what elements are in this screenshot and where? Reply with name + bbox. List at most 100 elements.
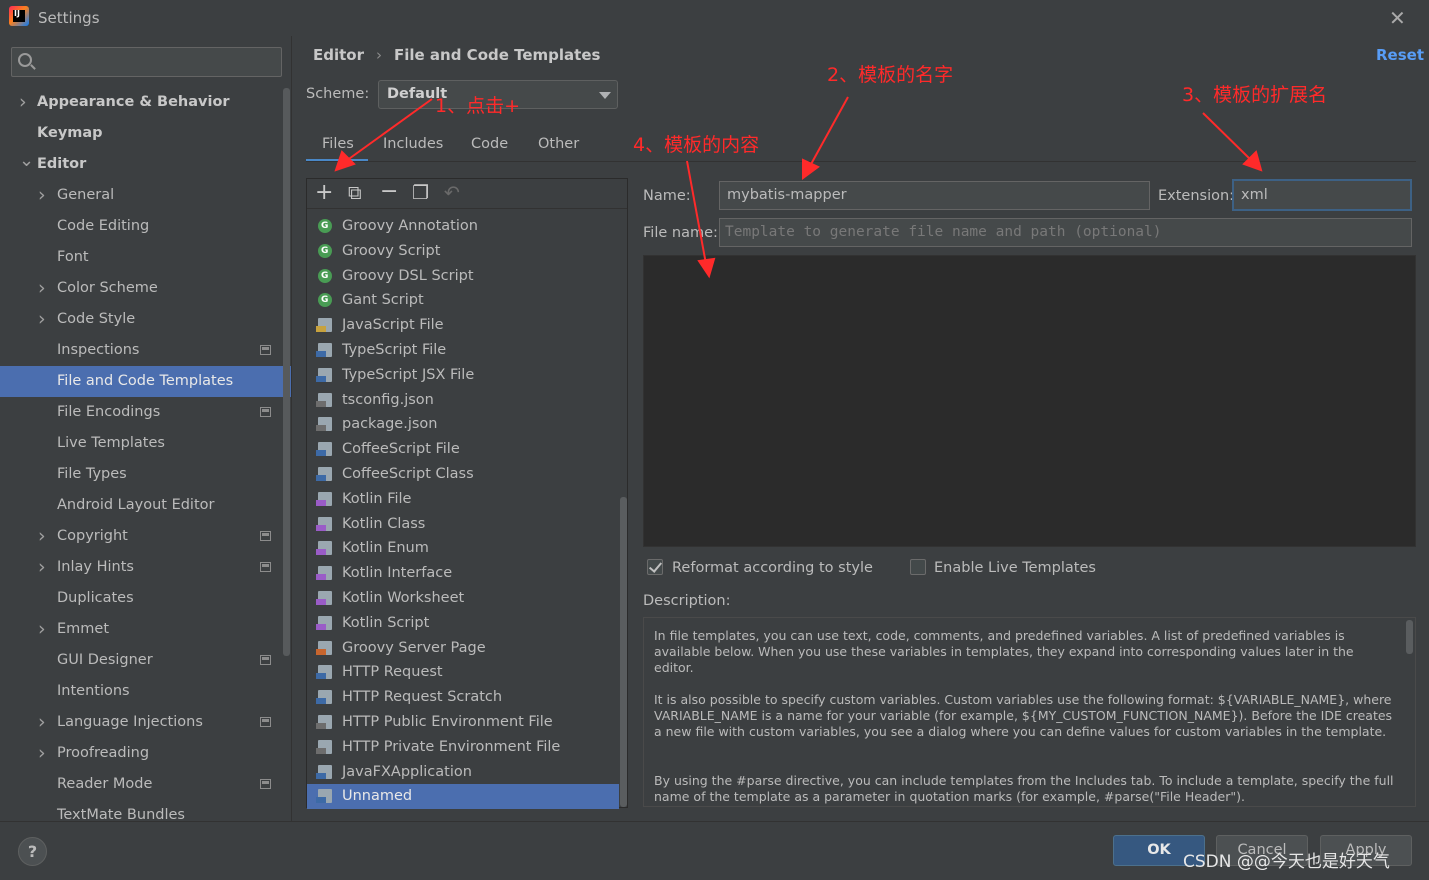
close-icon[interactable]: ✕ [1389, 6, 1406, 30]
sidebar-item-proofreading[interactable]: › Proofreading [0, 738, 291, 769]
breadcrumb-parent[interactable]: Editor [313, 46, 364, 64]
list-item[interactable]: JavaScript File [307, 313, 619, 338]
sidebar-item-file-encodings[interactable]: File Encodings [0, 397, 291, 428]
list-item[interactable]: HTTP Request [307, 660, 619, 685]
live-templates-label[interactable]: Enable Live Templates [934, 560, 1096, 576]
sidebar-item-emmet[interactable]: › Emmet [0, 614, 291, 645]
reformat-label[interactable]: Reformat according to style [672, 560, 873, 576]
sidebar-item-duplicates[interactable]: Duplicates [0, 583, 291, 614]
list-item[interactable]: Kotlin Class [307, 512, 619, 537]
list-item[interactable]: Kotlin Worksheet [307, 586, 619, 611]
sidebar-item-appearance-behavior[interactable]: › Appearance & Behavior [0, 87, 291, 118]
list-item[interactable]: CoffeeScript Class [307, 462, 619, 487]
sidebar-item-gui-designer[interactable]: GUI Designer [0, 645, 291, 676]
sidebar-item-intentions[interactable]: Intentions [0, 676, 291, 707]
sidebar-item-reader-mode[interactable]: Reader Mode [0, 769, 291, 800]
chevron-right-icon[interactable]: › [38, 552, 48, 583]
list-item[interactable]: Kotlin Enum [307, 536, 619, 561]
sidebar-item-file-and-code-templates[interactable]: File and Code Templates [0, 366, 291, 397]
tab-code[interactable]: Code [471, 136, 508, 152]
reset-link[interactable]: Reset [1376, 46, 1424, 64]
annotation-template-name: 2、模板的名字 [827, 64, 954, 86]
sidebar-item-general[interactable]: › General [0, 180, 291, 211]
list-item[interactable]: Kotlin Interface [307, 561, 619, 586]
kotlin-file-icon [316, 491, 332, 506]
template-content-editor[interactable] [643, 255, 1416, 547]
description-scrollbar[interactable] [1406, 620, 1413, 654]
sidebar-item-label: Reader Mode [57, 776, 153, 792]
copy-template-button[interactable]: ❐ [412, 182, 429, 204]
sidebar-item-copyright[interactable]: › Copyright [0, 521, 291, 552]
sidebar-item-label: Code Editing [57, 218, 150, 234]
list-item[interactable]: Kotlin Script [307, 611, 619, 636]
list-item[interactable]: Gant Script [307, 288, 619, 313]
file-name-placeholder: Template to generate file name and path … [725, 224, 1162, 240]
chevron-right-icon[interactable]: › [19, 87, 29, 118]
sidebar-item-label: Copyright [57, 528, 128, 544]
live-templates-checkbox[interactable] [910, 559, 926, 575]
sidebar-item-inspections[interactable]: Inspections [0, 335, 291, 366]
file-icon [316, 789, 332, 804]
chevron-right-icon[interactable]: › [38, 180, 48, 211]
sidebar-item-editor[interactable]: ⌄ Editor [0, 149, 291, 180]
chevron-down-icon[interactable]: ⌄ [19, 145, 34, 176]
list-item[interactable]: Unnamed [307, 784, 619, 810]
sidebar-item-file-types[interactable]: File Types [0, 459, 291, 490]
list-item[interactable]: HTTP Private Environment File [307, 735, 619, 760]
list-item[interactable]: Groovy Script [307, 239, 619, 264]
sidebar-item-live-templates[interactable]: Live Templates [0, 428, 291, 459]
list-item-label: Kotlin File [342, 490, 412, 507]
chevron-right-icon[interactable]: › [38, 614, 48, 645]
chevron-right-icon[interactable]: › [38, 707, 48, 738]
list-item[interactable]: tsconfig.json [307, 388, 619, 413]
chevron-right-icon[interactable]: › [38, 521, 48, 552]
kotlin-file-icon [316, 541, 332, 556]
tab-includes[interactable]: Includes [383, 136, 443, 152]
sidebar-item-color-scheme[interactable]: › Color Scheme [0, 273, 291, 304]
reformat-checkbox[interactable] [647, 559, 663, 575]
name-field[interactable]: mybatis-mapper [719, 181, 1150, 210]
annotation-template-content: 4、模板的内容 [633, 134, 760, 156]
template-list-scrollbar[interactable] [620, 497, 627, 807]
file-name-field[interactable]: Template to generate file name and path … [719, 218, 1412, 247]
list-item[interactable]: Kotlin File [307, 487, 619, 512]
sidebar-item-code-style[interactable]: › Code Style [0, 304, 291, 335]
groovy-icon [318, 288, 332, 312]
description-paragraph: It is also possible to specify custom va… [654, 692, 1393, 739]
chevron-right-icon[interactable]: › [38, 304, 48, 335]
sidebar-item-font[interactable]: Font [0, 242, 291, 273]
list-item[interactable]: Groovy DSL Script [307, 264, 619, 289]
help-button[interactable]: ? [18, 837, 47, 866]
reset-to-default-button[interactable]: ↶ [444, 182, 460, 204]
sidebar-item-keymap[interactable]: Keymap [0, 118, 291, 149]
remove-template-button[interactable]: − [380, 179, 398, 204]
list-item[interactable]: package.json [307, 412, 619, 437]
api-file-icon [316, 690, 332, 705]
sidebar-item-inlay-hints[interactable]: › Inlay Hints [0, 552, 291, 583]
list-item[interactable]: TypeScript JSX File [307, 363, 619, 388]
chevron-right-icon[interactable]: › [38, 273, 48, 304]
tab-files[interactable]: Files [322, 136, 354, 152]
tab-other[interactable]: Other [538, 136, 579, 152]
list-item[interactable]: HTTP Request Scratch [307, 685, 619, 710]
sidebar-item-label: Language Injections [57, 714, 203, 730]
sidebar-item-code-editing[interactable]: Code Editing [0, 211, 291, 242]
list-item-label: Groovy Annotation [342, 218, 478, 234]
annotation-arrow-2 [809, 96, 849, 167]
list-item[interactable]: HTTP Public Environment File [307, 710, 619, 735]
list-item[interactable]: JavaFXApplication [307, 760, 619, 785]
search-input[interactable] [11, 47, 282, 77]
chevron-right-icon[interactable]: › [38, 738, 48, 769]
list-item[interactable]: CoffeeScript File [307, 437, 619, 462]
sidebar-item-android-layout-editor[interactable]: Android Layout Editor [0, 490, 291, 521]
sidebar-item-language-injections[interactable]: › Language Injections [0, 707, 291, 738]
add-template-button[interactable]: + [315, 180, 333, 205]
extension-value: xml [1241, 187, 1268, 203]
sidebar-scrollbar[interactable] [283, 88, 290, 656]
list-item[interactable]: Groovy Annotation [307, 214, 619, 239]
sidebar-item-label: Inlay Hints [57, 559, 134, 575]
list-item[interactable]: TypeScript File [307, 338, 619, 363]
extension-field[interactable]: xml [1232, 179, 1412, 211]
create-child-template-button[interactable]: ⧉ [348, 182, 362, 204]
list-item[interactable]: Groovy Server Page [307, 636, 619, 661]
